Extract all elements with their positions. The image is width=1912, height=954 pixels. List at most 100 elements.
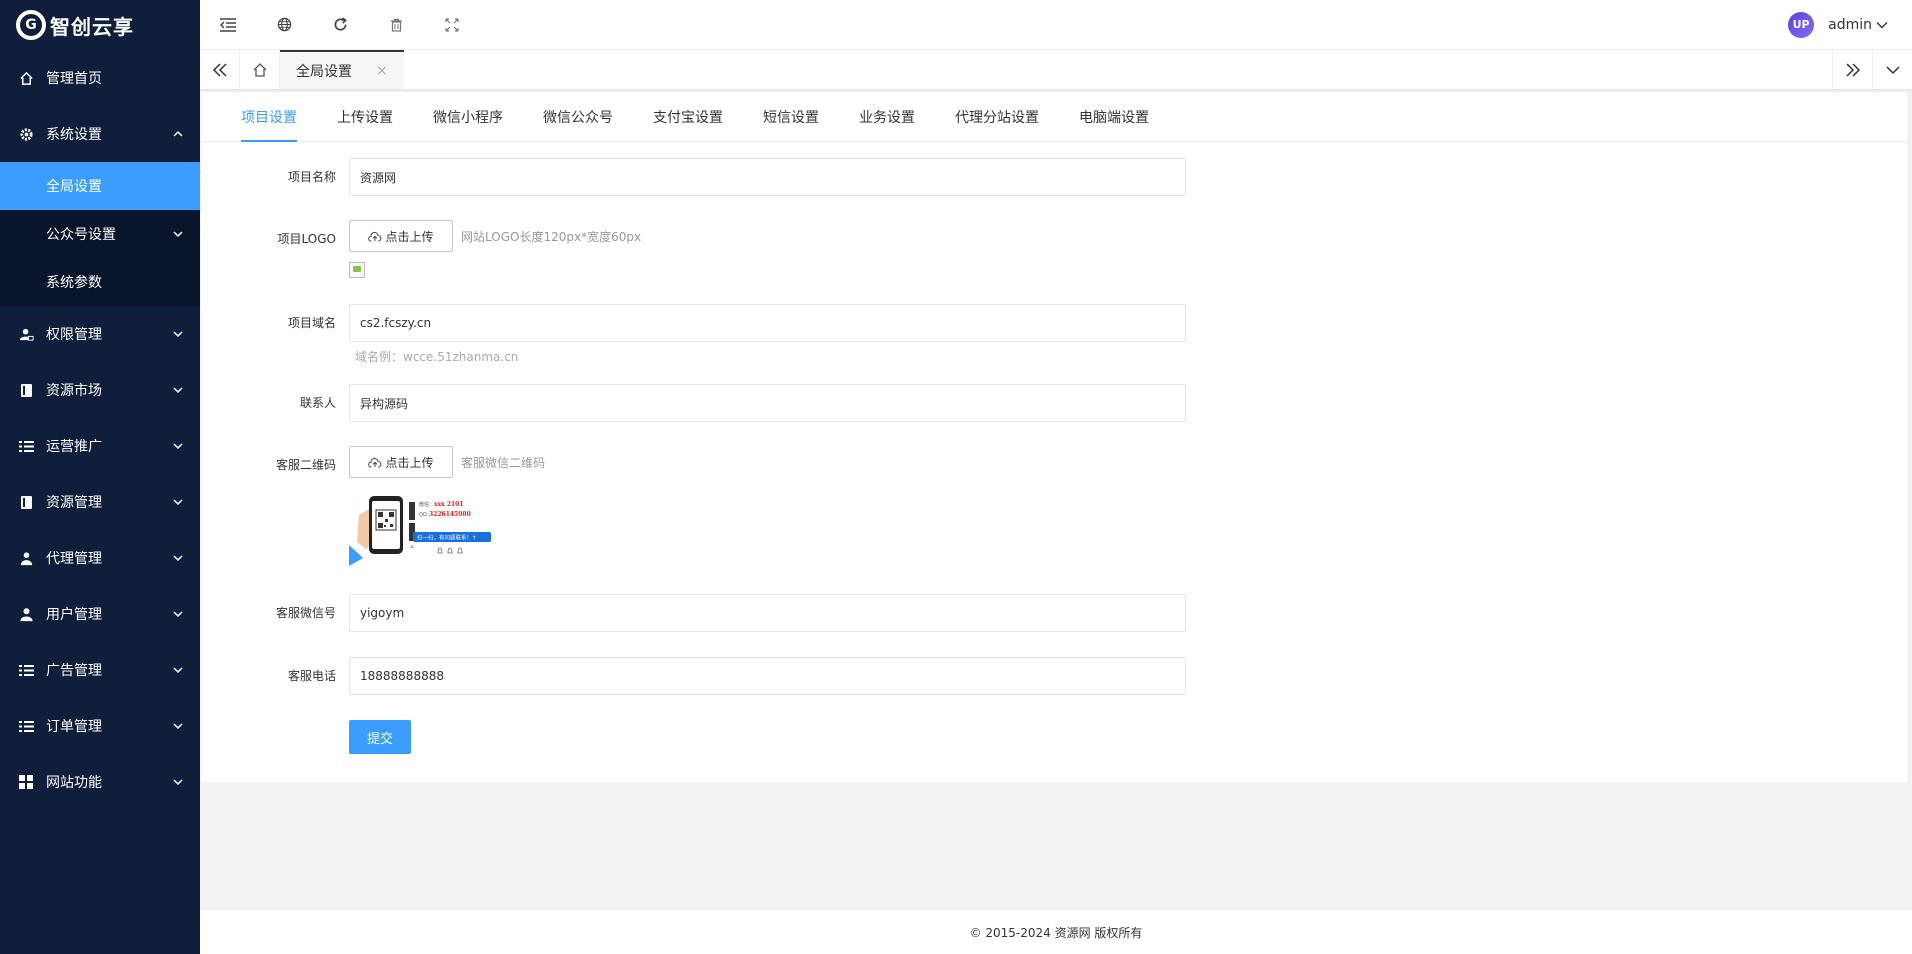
sidebar-item-operations[interactable]: 运营推广 (0, 418, 200, 474)
settings-subtabs: 项目设置 上传设置 微信小程序 微信公众号 支付宝设置 短信设置 业务设置 代理… (201, 92, 1907, 142)
avatar: UP (1788, 11, 1815, 38)
list-icon (16, 440, 36, 453)
chevron-down-icon (173, 611, 183, 618)
project-domain-input[interactable] (349, 304, 1186, 342)
sidebar-item-resource-market[interactable]: 资源市场 (0, 362, 200, 418)
list-icon (16, 720, 36, 733)
sidebar-item-label: 资源管理 (46, 495, 102, 511)
qrcode-preview-graphic: ⌂ 微信： xxx 2101 QQ： 3226145980 扫一扫，有问题联系！… (349, 490, 491, 566)
qrcode-hint: 客服微信二维码 (461, 456, 546, 470)
sidebar-item-label: 资源市场 (46, 383, 102, 399)
scroll-tabs-right-button[interactable] (1832, 50, 1872, 89)
sidebar-item-site-features[interactable]: 网站功能 (0, 754, 200, 810)
tab-label: 全局设置 (296, 63, 352, 80)
tab-wechat-official-account[interactable]: 微信公众号 (531, 92, 625, 142)
cloud-upload-icon (368, 231, 382, 242)
tab-alipay-settings[interactable]: 支付宝设置 (641, 92, 735, 142)
service-phone-input[interactable] (349, 657, 1186, 695)
sidebar-item-permissions[interactable]: 权限管理 (0, 306, 200, 362)
close-icon[interactable]: × (376, 63, 388, 79)
chevron-down-icon (1885, 65, 1900, 74)
sidebar-item-resource-management[interactable]: 资源管理 (0, 474, 200, 530)
logo-size-hint: 网站LOGO长度120px*宽度60px (461, 230, 642, 244)
home-icon (253, 62, 266, 77)
sidebar-item-official-account-settings[interactable]: 公众号设置 (0, 210, 200, 258)
chevron-down-icon (173, 231, 183, 238)
tab-agent-site-settings[interactable]: 代理分站设置 (943, 92, 1051, 142)
home-tab[interactable] (240, 50, 280, 89)
project-name-input[interactable] (349, 158, 1186, 196)
tab-sms-settings[interactable]: 短信设置 (751, 92, 831, 142)
service-wechat-input[interactable] (349, 594, 1186, 632)
sidebar: G 智创云享 管理首页 系统设置 全局设置 公众号设置 系统参数 权限管理 资源… (0, 0, 200, 954)
double-chevron-left-icon (212, 62, 227, 77)
submit-button[interactable]: 提交 (349, 720, 411, 754)
tab-business-settings[interactable]: 业务设置 (847, 92, 927, 142)
logo[interactable]: G 智创云享 (0, 0, 200, 50)
gear-icon (16, 127, 36, 142)
list-icon (16, 664, 36, 677)
sidebar-item-label: 代理管理 (46, 551, 102, 567)
sidebar-item-home[interactable]: 管理首页 (0, 50, 200, 106)
tab-global-settings[interactable]: 全局设置 × (280, 50, 404, 89)
tab-spacer (404, 50, 1832, 89)
sidebar-item-global-settings[interactable]: 全局设置 (0, 162, 200, 210)
chevron-down-icon (173, 779, 183, 786)
sidebar-item-label: 管理首页 (46, 71, 102, 87)
sidebar-item-system-settings[interactable]: 系统设置 (0, 106, 200, 162)
qrcode-preview-image: ⌂ 微信： xxx 2101 QQ： 3226145980 扫一扫，有问题联系！… (349, 490, 491, 566)
qr-wechat-id: xxx 2101 (434, 501, 464, 508)
top-header: UP admin (200, 0, 1912, 50)
footer: © 2015-2024 资源网 版权所有 (200, 909, 1912, 954)
chevron-down-icon (173, 667, 183, 674)
tab-project-settings[interactable]: 项目设置 (229, 92, 309, 142)
logo-upload-button[interactable]: 点击上传 (349, 220, 453, 252)
sidebar-item-label: 运营推广 (46, 439, 102, 455)
upload-label: 点击上传 (385, 455, 434, 470)
sidebar-item-label: 公众号设置 (46, 227, 116, 243)
qr-wechat-prefix: 微信： (419, 501, 434, 508)
chevron-down-icon (1876, 21, 1888, 28)
project-logo-label: 项目LOGO (277, 232, 336, 246)
sidebar-item-label: 网站功能 (46, 775, 102, 791)
project-settings-form: 项目名称 项目LOGO 点击上传 网站LOGO长度120px*宽度60px 项目… (201, 142, 1907, 754)
book-icon (16, 383, 36, 398)
globe-icon[interactable] (256, 0, 312, 50)
contact-input[interactable] (349, 384, 1186, 422)
chevron-up-icon (173, 130, 183, 137)
tab-wechat-miniprogram[interactable]: 微信小程序 (421, 92, 515, 142)
sidebar-item-label: 权限管理 (46, 327, 102, 343)
sidebar-item-agent-management[interactable]: 代理管理 (0, 530, 200, 586)
qrcode-upload-button[interactable]: 点击上传 (349, 446, 453, 478)
user-lock-icon (16, 327, 36, 342)
sidebar-item-label: 全局设置 (46, 179, 102, 195)
sidebar-item-system-params[interactable]: 系统参数 (0, 258, 200, 306)
service-wechat-label: 客服微信号 (275, 606, 336, 620)
tab-pc-settings[interactable]: 电脑端设置 (1067, 92, 1161, 142)
clear-cache-icon[interactable] (368, 0, 424, 50)
logo-mark-icon: G (16, 10, 46, 40)
tab-options-dropdown[interactable] (1872, 50, 1912, 89)
chevron-down-icon (173, 499, 183, 506)
user-menu[interactable]: UP admin (1788, 11, 1912, 38)
copyright-text: © 2015-2024 资源网 版权所有 (969, 925, 1143, 940)
cloud-upload-icon (368, 457, 382, 468)
sidebar-item-user-management[interactable]: 用户管理 (0, 586, 200, 642)
qr-banner-text: 扫一扫，有问题联系！↑ (417, 534, 477, 542)
scroll-tabs-left-button[interactable] (200, 50, 240, 89)
sidebar-item-label: 广告管理 (46, 663, 102, 679)
collapse-menu-icon[interactable] (200, 0, 256, 50)
fullscreen-icon[interactable] (424, 0, 480, 50)
refresh-icon[interactable] (312, 0, 368, 50)
service-qrcode-label: 客服二维码 (275, 458, 336, 472)
domain-example-hint: 域名例：wcce.51zhanma.cn (355, 350, 519, 364)
qr-qq-number: 3226145980 (429, 511, 471, 518)
service-phone-label: 客服电话 (287, 669, 336, 683)
tab-upload-settings[interactable]: 上传设置 (325, 92, 405, 142)
sidebar-item-label: 系统设置 (46, 127, 102, 143)
sidebar-item-ad-management[interactable]: 广告管理 (0, 642, 200, 698)
project-name-label: 项目名称 (287, 170, 336, 184)
username: admin (1828, 16, 1872, 33)
sidebar-item-order-management[interactable]: 订单管理 (0, 698, 200, 754)
user-icon (16, 607, 36, 622)
